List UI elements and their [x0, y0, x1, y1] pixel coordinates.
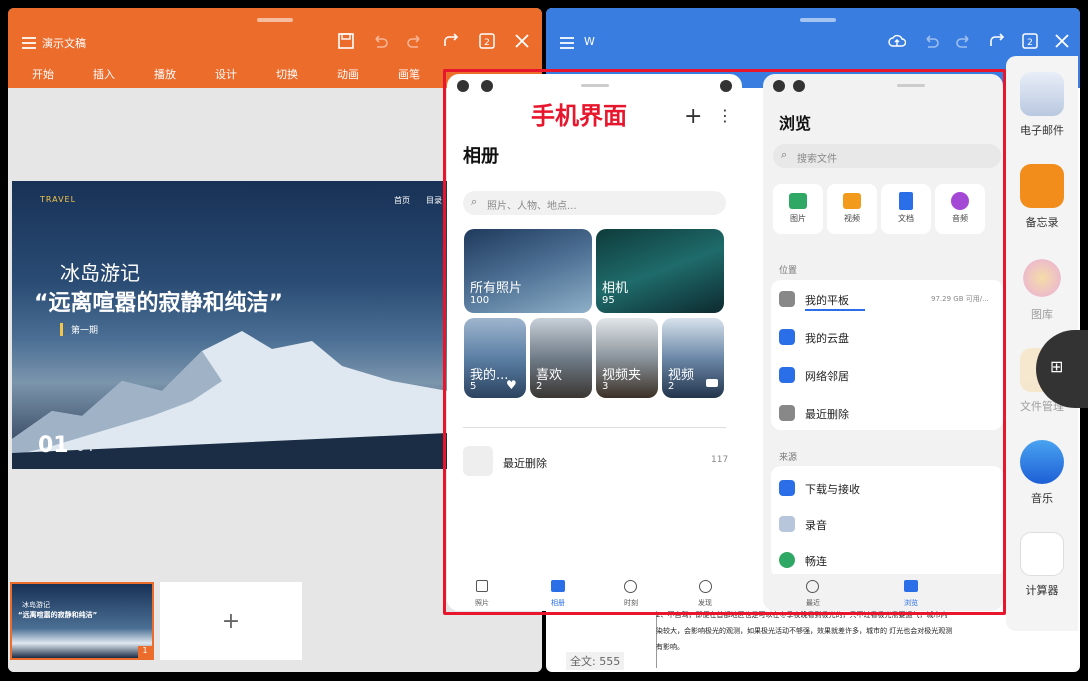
window-count-icon[interactable]: 2 [474, 28, 500, 54]
annotation-highlight-frame [443, 69, 1006, 615]
gallery-icon [1020, 256, 1064, 300]
slide-heading: 冰岛游记 [60, 261, 140, 285]
redo-icon[interactable] [951, 28, 977, 54]
dock-app-email[interactable]: 电子邮件 [1006, 72, 1078, 138]
document-paragraph-line: 染较大，会影响极光的观测，如果极光活动不够强，效果就差许多，城市的 灯光也会对极… [656, 627, 953, 635]
svg-text:2: 2 [484, 38, 490, 48]
slide-subheading: “远离喧嚣的寂静和纯洁” [34, 291, 283, 316]
document-paragraph-line: 有影响。 [656, 643, 684, 651]
calculator-icon [1020, 532, 1064, 576]
menu-icon[interactable] [16, 30, 42, 56]
word-count-label: 全文: 555 [566, 652, 625, 670]
share-icon[interactable] [984, 28, 1010, 54]
notes-icon [1020, 164, 1064, 208]
undo-icon[interactable] [918, 28, 944, 54]
slide-canvas[interactable]: TRAVEL 首页 目录 冰岛游记 “远离喧嚣的寂静和纯洁” 第一期 01 04 [12, 181, 448, 469]
app-grid-icon: ⊞ [1050, 357, 1064, 376]
add-slide-button[interactable]: + [160, 582, 302, 660]
close-icon[interactable] [1049, 28, 1075, 54]
dock-app-label: 图库 [1031, 308, 1053, 321]
slide-nav-toc: 目录 [426, 196, 442, 205]
window-drag-handle[interactable] [257, 18, 293, 22]
menu-tab-animation[interactable]: 动画 [337, 66, 359, 82]
menu-tab-play[interactable]: 播放 [154, 66, 176, 82]
dock-app-label: 音乐 [1031, 492, 1053, 505]
save-icon[interactable] [333, 28, 359, 54]
close-icon[interactable] [509, 28, 535, 54]
dock-app-music[interactable]: 音乐 [1006, 440, 1078, 506]
dock-app-notes[interactable]: 备忘录 [1006, 164, 1078, 230]
menu-tab-pen[interactable]: 画笔 [398, 66, 420, 82]
dock-app-label: 计算器 [1025, 584, 1059, 597]
slide-nav-home: 首页 [394, 196, 410, 205]
dock-app-label: 备忘录 [1025, 216, 1059, 229]
share-icon[interactable] [438, 28, 464, 54]
music-icon [1020, 440, 1064, 484]
slide-thumbnail-1[interactable]: 冰岛游记 “远离喧嚣的寂静和纯洁” 1 [10, 582, 154, 660]
cloud-upload-icon[interactable] [884, 28, 910, 54]
menu-icon[interactable] [554, 30, 580, 56]
thumb-subheading: “远离喧嚣的寂静和纯洁” [18, 611, 98, 619]
slide-badge: 第一期 [60, 323, 98, 336]
slide-page-current: 01 [38, 433, 69, 458]
thumb-index: 1 [138, 646, 152, 658]
svg-text:2: 2 [1027, 38, 1033, 48]
menu-tab-transition[interactable]: 切换 [276, 66, 298, 82]
dock-app-calculator[interactable]: 计算器 [1006, 532, 1078, 598]
window-count-icon[interactable]: 2 [1017, 28, 1043, 54]
slide-tag: TRAVEL [40, 195, 77, 204]
document-title: 演示文稿 [42, 37, 86, 50]
email-icon [1020, 72, 1064, 116]
menu-tab-home[interactable]: 开始 [32, 66, 54, 82]
slide-page-total: 04 [76, 439, 94, 455]
dock-app-label: 电子邮件 [1020, 124, 1064, 137]
redo-icon[interactable] [402, 28, 428, 54]
document-title: W [584, 35, 595, 48]
dock-app-gallery[interactable]: 图库 [1006, 256, 1078, 322]
menu-tab-insert[interactable]: 插入 [93, 66, 115, 82]
undo-icon[interactable] [367, 28, 393, 54]
window-drag-handle[interactable] [800, 18, 836, 22]
thumb-heading: 冰岛游记 [22, 601, 50, 609]
menu-tab-design[interactable]: 设计 [215, 66, 237, 82]
